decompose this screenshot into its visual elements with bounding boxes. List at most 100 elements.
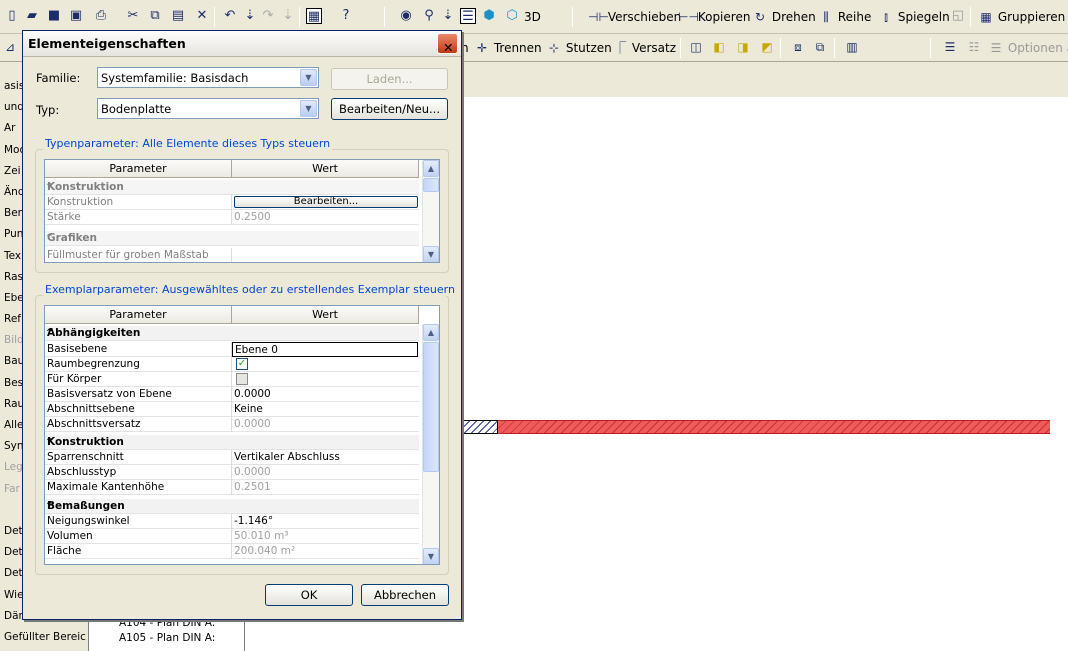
property-row[interactable]: Neigungswinkel -1.146°	[45, 514, 419, 529]
support-button[interactable]: ⊹ Stutzen	[546, 38, 612, 58]
type-select[interactable]: Bodenplatte ▼	[97, 98, 319, 119]
scroll-thumb[interactable]	[423, 178, 439, 192]
properties-icon[interactable]: ▦	[306, 8, 322, 24]
family-select[interactable]: Systemfamilie: Basisdach ▼	[97, 67, 319, 88]
3d-label[interactable]: 3D	[524, 7, 541, 27]
open-folder-icon[interactable]: ▰	[24, 8, 40, 24]
parameter-name: Abschnittsebene	[47, 403, 135, 415]
cut-geometry-icon[interactable]: ◨	[735, 39, 751, 55]
thin-lines-icon[interactable]: ☰	[460, 8, 476, 24]
offset-button[interactable]: ⎾ Versatz	[612, 38, 676, 58]
print-icon[interactable]: ⎙	[93, 8, 109, 24]
chevron-down-icon[interactable]: ▼	[300, 69, 317, 86]
tree-item-a105[interactable]: A105 - Plan DIN A:	[119, 632, 215, 644]
options-button[interactable]: ☰ Optionen än	[988, 38, 1068, 58]
property-row[interactable]: Konstruktion Bearbeiten...	[45, 195, 419, 210]
view-eye-icon[interactable]: ◉	[398, 8, 414, 24]
3d-box-icon[interactable]: ⬢	[481, 8, 497, 24]
instance-grid-scrollbar[interactable]: ▲ ▼	[422, 324, 439, 564]
unpin-icon[interactable]: ⧉	[812, 39, 828, 55]
array-icon: ⫼	[823, 10, 829, 24]
undo-icon[interactable]: ↶	[222, 8, 238, 24]
property-row[interactable]: Sparrenschnitt Vertikaler Abschluss	[45, 450, 419, 465]
group-button[interactable]: ▦ Gruppieren	[978, 7, 1065, 27]
parameter-value: 200.040 m²	[234, 545, 296, 557]
list-icon[interactable]: ☰	[942, 39, 958, 55]
move-button[interactable]: ⊣⊢ Verschieben	[588, 7, 681, 27]
property-row[interactable]: Abschnittsebene Keine	[45, 402, 419, 417]
load-button[interactable]: Laden...	[331, 68, 448, 90]
section-row[interactable]: Abhängigkeiten ⌃	[45, 326, 419, 341]
cut-icon[interactable]: ✂	[125, 8, 141, 24]
rotate-button[interactable]: ↻ Drehen	[752, 7, 816, 27]
scroll-thumb[interactable]	[423, 342, 439, 472]
ok-button[interactable]: OK	[265, 584, 353, 606]
resize-icon[interactable]: ◱	[950, 8, 966, 24]
save-icon[interactable]: ■	[46, 8, 62, 24]
section-row[interactable]: Konstruktion ⌃	[45, 180, 419, 195]
delete-icon[interactable]: ✕	[194, 8, 210, 24]
measure-icon[interactable]: ▥	[844, 39, 860, 55]
chevron-down-icon[interactable]: ▼	[300, 100, 317, 117]
copy-element-icon: ⊢⊣	[678, 10, 699, 24]
mirror-icon: ⫾	[884, 10, 888, 24]
redo-icon[interactable]: ↷	[260, 8, 276, 24]
property-row[interactable]: Abschnittsversatz 0.0000	[45, 417, 419, 432]
close-button[interactable]: ✕	[437, 33, 458, 55]
property-row[interactable]: Basisebene Ebene 0	[45, 342, 419, 357]
parameter-checkbox[interactable]: ✓	[236, 358, 248, 370]
dimension-icon[interactable]: ⊿	[2, 39, 18, 55]
parameter-value: 0.2500	[234, 211, 271, 223]
type-grid-scrollbar[interactable]: ▲ ▼	[422, 160, 439, 262]
paste-icon[interactable]: ▤	[170, 8, 186, 24]
parameter-checkbox[interactable]	[236, 373, 248, 385]
property-row[interactable]: Abschlusstyp 0.0000	[45, 465, 419, 480]
copy-element-button[interactable]: ⊢⊣ Kopieren	[678, 7, 750, 27]
parameter-name: Fläche	[47, 545, 82, 557]
undo-list-icon[interactable]: ⇣	[242, 8, 258, 24]
unjoin-icon[interactable]: ◩	[759, 39, 775, 55]
scroll-down-icon[interactable]: ▼	[423, 246, 439, 262]
redo-list-icon[interactable]: ⇣	[280, 8, 296, 24]
pin-icon[interactable]: ⧈	[790, 39, 806, 55]
split-button[interactable]: ✛ Trennen	[474, 38, 542, 58]
rotate-icon: ↻	[754, 10, 766, 24]
parameter-name: Raumbegrenzung	[47, 358, 140, 370]
design-bar-item[interactable]: Gefüllter Bereic	[0, 627, 88, 648]
property-row[interactable]: Volumen 50.010 m³	[45, 529, 419, 544]
roof-slab-selected[interactable]	[498, 420, 1050, 434]
scroll-up-icon[interactable]: ▲	[423, 160, 439, 177]
roof-section-hatch[interactable]	[462, 420, 498, 434]
property-row[interactable]: Für Körper	[45, 372, 419, 387]
edit-new-button[interactable]: Bearbeiten/Neu...	[331, 98, 448, 120]
mirror-button[interactable]: ⫾ Spiegeln	[878, 7, 950, 27]
section-label: Bemaßungen	[47, 500, 125, 512]
parameter-value: Ebene 0	[235, 344, 278, 356]
dialog-title-bar[interactable]: Elementeigenschaften ✕	[23, 31, 461, 57]
align-icon[interactable]: ◫	[688, 39, 704, 55]
property-row[interactable]: Fläche 200.040 m²	[45, 544, 419, 559]
property-row[interactable]: Stärke 0.2500	[45, 210, 419, 225]
property-row[interactable]: Füllmuster für groben Maßstab	[45, 248, 419, 262]
scroll-down-icon[interactable]: ▼	[423, 548, 439, 564]
zoom-icon[interactable]: ⚲	[421, 8, 437, 24]
scroll-up-icon[interactable]: ▲	[423, 324, 439, 341]
edit-structure-button[interactable]: Bearbeiten...	[234, 196, 418, 208]
help-icon[interactable]: ?	[338, 8, 354, 24]
basisebene-input[interactable]: Ebene 0	[232, 342, 418, 357]
property-row[interactable]: Maximale Kantenhöhe 0.2501	[45, 480, 419, 495]
cancel-button[interactable]: Abbrechen	[361, 584, 449, 606]
section-row[interactable]: Konstruktion ⌃	[45, 435, 419, 450]
new-file-icon[interactable]: ▯	[4, 8, 20, 24]
save-as-icon[interactable]: ▣	[68, 8, 84, 24]
copy-icon[interactable]: ⧉	[147, 8, 163, 24]
list-disabled-icon[interactable]: ☷	[966, 39, 982, 55]
join-geometry-icon[interactable]: ◧	[711, 39, 727, 55]
section-row[interactable]: Bemaßungen ⌃	[45, 499, 419, 514]
property-row[interactable]: Raumbegrenzung ✓	[45, 357, 419, 372]
array-button[interactable]: ⫼ Reihe	[818, 7, 871, 27]
zoom-list-icon[interactable]: ⇣	[440, 8, 456, 24]
section-row[interactable]: Grafiken ⌃	[45, 231, 419, 246]
property-row[interactable]: Basisversatz von Ebene 0.0000	[45, 387, 419, 402]
3d-view-icon[interactable]: ⬡	[504, 8, 520, 24]
